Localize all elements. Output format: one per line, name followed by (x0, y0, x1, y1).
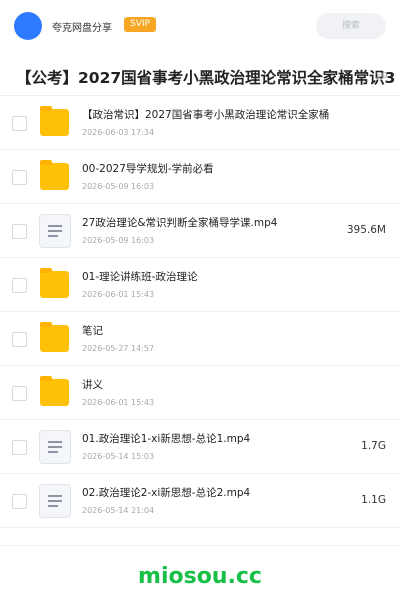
file-row[interactable]: 02.政治理论2-xi新思想-总论2.mp4 2026-05-14 21:04 1.… (0, 474, 400, 528)
file-name: 00-2027导学规划-学前必看 (82, 163, 214, 175)
file-name: 笔记 (82, 325, 103, 337)
file-name: 【政治常识】2027国省事考小黑政治理论常识全家桶 (82, 109, 330, 121)
video-file-icon (38, 484, 71, 518)
file-size: 1.7G (361, 440, 386, 452)
row-checkbox[interactable] (12, 278, 27, 293)
video-file-icon (38, 430, 71, 464)
app-name: 夸克网盘分享 (52, 23, 112, 34)
folder-icon (38, 106, 70, 138)
search-input[interactable]: 搜索 (316, 13, 386, 39)
file-row[interactable]: 01-理论讲练班-政治理论 2026-06-01 15:43 (0, 258, 400, 312)
folder-icon (38, 160, 70, 192)
file-list: 【政治常识】2027国省事考小黑政治理论常识全家桶 2026-06-03 17:3… (0, 96, 400, 528)
file-row[interactable]: 00-2027导学规划-学前必看 2026-05-09 16:03 (0, 150, 400, 204)
file-date: 2026-05-27 14:57 (82, 344, 155, 353)
share-size: 5G (376, 71, 388, 80)
row-checkbox[interactable] (12, 224, 27, 239)
file-name: 27政治理论&常识判断全家桶导学课.mp4 (82, 217, 278, 229)
folder-icon (38, 268, 70, 300)
row-checkbox[interactable] (12, 332, 27, 347)
top-bar: 夸克网盘分享 SVIP 搜索 (0, 0, 400, 52)
file-row[interactable]: 讲义 2026-06-01 15:43 (0, 366, 400, 420)
file-row[interactable]: 27政治理论&常识判断全家桶导学课.mp4 2026-05-09 16:03 395… (0, 204, 400, 258)
brand-watermark: miosou.cc (138, 564, 262, 589)
file-size: 1.1G (361, 494, 386, 506)
file-date: 2026-05-09 16:03 (82, 236, 155, 245)
video-file-icon (38, 214, 71, 248)
share-title: 【公考】2027国省事考小黑政治理论常识全家桶常识3 (16, 69, 396, 87)
row-checkbox[interactable] (12, 170, 27, 185)
folder-icon (38, 376, 70, 408)
avatar[interactable] (14, 12, 42, 40)
file-name: 01.政治理论1-xi新思想-总论1.mp4 (82, 433, 251, 445)
row-checkbox[interactable] (12, 116, 27, 131)
folder-icon (38, 322, 70, 354)
row-checkbox[interactable] (12, 386, 27, 401)
file-date: 2026-05-14 15:03 (82, 452, 155, 461)
file-name: 01-理论讲练班-政治理论 (82, 271, 198, 283)
share-title-row: 【公考】2027国省事考小黑政治理论常识全家桶常识3 5G (0, 62, 400, 92)
file-date: 2026-05-09 16:03 (82, 182, 155, 191)
file-date: 2026-05-14 21:04 (82, 506, 155, 515)
file-row[interactable]: 【政治常识】2027国省事考小黑政治理论常识全家桶 2026-06-03 17:3… (0, 96, 400, 150)
file-size: 395.6M (346, 224, 386, 236)
svip-badge[interactable]: SVIP (124, 17, 156, 32)
file-date: 2026-06-03 17:34 (82, 128, 155, 137)
file-row[interactable]: 01.政治理论1-xi新思想-总论1.mp4 2026-05-14 15:03 1.… (0, 420, 400, 474)
file-date: 2026-06-01 15:43 (82, 398, 155, 407)
file-name: 02.政治理论2-xi新思想-总论2.mp4 (82, 487, 251, 499)
file-name: 讲义 (82, 379, 103, 391)
row-checkbox[interactable] (12, 494, 27, 509)
file-row[interactable]: 笔记 2026-05-27 14:57 (0, 312, 400, 366)
file-date: 2026-06-01 15:43 (82, 290, 155, 299)
row-checkbox[interactable] (12, 440, 27, 455)
